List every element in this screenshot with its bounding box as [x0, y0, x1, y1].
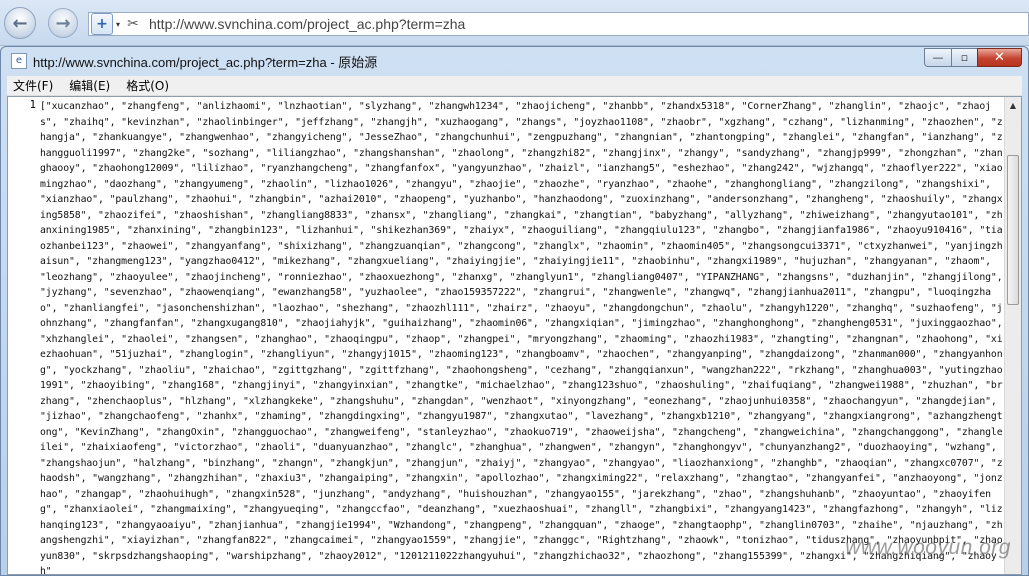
forward-button[interactable]: → [48, 8, 78, 38]
back-button[interactable]: ← [4, 7, 36, 39]
source-content-area[interactable]: 1 ["xucanzhao", "zhangfeng", "anlizhaomi… [7, 96, 1022, 575]
source-text[interactable]: ["xucanzhao", "zhangfeng", "anlizhaomi",… [40, 99, 1004, 574]
add-favorites-button[interactable]: + [91, 13, 113, 35]
vertical-scrollbar[interactable]: ▲ [1004, 97, 1021, 574]
minimize-button[interactable]: — [924, 48, 951, 67]
maximize-button[interactable]: ▫ [951, 48, 977, 67]
compatibility-view-icon[interactable]: ✂ [123, 16, 143, 32]
window-title: http://www.svnchina.com/project_ac.php?t… [33, 54, 378, 70]
scrollbar-thumb[interactable] [1007, 155, 1019, 305]
address-text[interactable]: http://www.svnchina.com/project_ac.php?t… [149, 16, 465, 32]
line-number-gutter: 1 [8, 97, 40, 574]
address-bar[interactable]: + ▾ ✂ http://www.svnchina.com/project_ac… [88, 12, 1029, 36]
menu-edit[interactable]: 编辑(E) [63, 77, 116, 94]
maximize-icon: ▫ [960, 51, 969, 64]
menu-format[interactable]: 格式(O) [120, 77, 175, 94]
forward-arrow-icon: → [55, 12, 71, 34]
favorites-dropdown-icon[interactable]: ▾ [113, 20, 123, 29]
window-controls: — ▫ ✕ [924, 48, 1022, 67]
add-favorites-icon: + [96, 16, 108, 32]
menu-bar: 文件(F) 编辑(E) 格式(O) [7, 76, 1022, 96]
line-number: 1 [29, 99, 36, 111]
view-source-window: e http://www.svnchina.com/project_ac.php… [0, 46, 1029, 576]
back-arrow-icon: ← [12, 12, 28, 34]
window-titlebar[interactable]: e http://www.svnchina.com/project_ac.php… [1, 47, 1028, 75]
minimize-icon: — [932, 51, 944, 64]
scroll-up-icon[interactable]: ▲ [1005, 97, 1021, 114]
close-button[interactable]: ✕ [977, 48, 1022, 67]
page-document-icon: e [11, 53, 27, 69]
close-icon: ✕ [994, 50, 1005, 65]
browser-toolbar: ← → + ▾ ✂ http://www.svnchina.com/projec… [0, 0, 1029, 46]
menu-file[interactable]: 文件(F) [7, 77, 59, 94]
watermark: www.wooyun.org [845, 536, 1011, 559]
